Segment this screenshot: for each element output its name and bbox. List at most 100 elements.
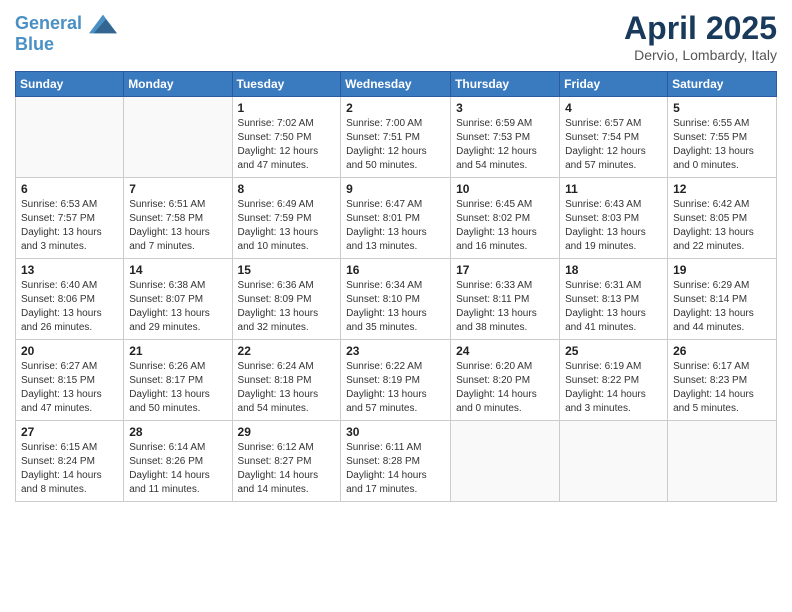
calendar-cell: 3Sunrise: 6:59 AM Sunset: 7:53 PM Daylig… [451, 97, 560, 178]
calendar-cell: 10Sunrise: 6:45 AM Sunset: 8:02 PM Dayli… [451, 178, 560, 259]
day-info: Sunrise: 6:57 AM Sunset: 7:54 PM Dayligh… [565, 117, 662, 173]
day-info: Sunrise: 6:11 AM Sunset: 8:28 PM Dayligh… [346, 441, 445, 497]
day-number: 22 [238, 344, 336, 358]
calendar-cell: 19 Sunrise: 6:29 AM Sunset: 8:14 PM Dayli… [668, 259, 777, 340]
day-number: 23 [346, 344, 445, 358]
day-info: Sunrise: 6:53 AM Sunset: 7:57 PM Dayligh… [21, 198, 118, 254]
calendar-cell [16, 97, 124, 178]
day-info: Sunrise: 6:26 AM Sunset: 8:17 PM Dayligh… [129, 360, 226, 416]
calendar-cell: 30 Sunrise: 6:11 AM Sunset: 8:28 PM Dayli… [341, 421, 451, 502]
calendar-cell: 20 Sunrise: 6:27 AM Sunset: 8:15 PM Dayli… [16, 340, 124, 421]
calendar-cell [560, 421, 668, 502]
day-info: Sunrise: 6:55 AM Sunset: 7:55 PM Dayligh… [673, 117, 771, 173]
day-info: Sunrise: 6:12 AM Sunset: 8:27 PM Dayligh… [238, 441, 336, 497]
day-info: Sunrise: 6:29 AM Sunset: 8:14 PM Dayligh… [673, 279, 771, 335]
day-number: 20 [21, 344, 118, 358]
calendar-header-thursday: Thursday [451, 72, 560, 97]
calendar-cell: 15 Sunrise: 6:36 AM Sunset: 8:09 PM Dayli… [232, 259, 341, 340]
calendar-cell: 5 Sunrise: 6:55 AM Sunset: 7:55 PM Daylig… [668, 97, 777, 178]
calendar-cell: 22Sunrise: 6:24 AM Sunset: 8:18 PM Dayli… [232, 340, 341, 421]
day-info: Sunrise: 6:38 AM Sunset: 8:07 PM Dayligh… [129, 279, 226, 335]
calendar-body: 1 Sunrise: 7:02 AM Sunset: 7:50 PM Daylig… [16, 97, 777, 502]
day-number: 11 [565, 182, 662, 196]
calendar-header-sunday: Sunday [16, 72, 124, 97]
calendar-cell: 12 Sunrise: 6:42 AM Sunset: 8:05 PM Dayli… [668, 178, 777, 259]
day-info: Sunrise: 6:19 AM Sunset: 8:22 PM Dayligh… [565, 360, 662, 416]
day-number: 30 [346, 425, 445, 439]
calendar-cell: 16Sunrise: 6:34 AM Sunset: 8:10 PM Dayli… [341, 259, 451, 340]
title-block: April 2025 Dervio, Lombardy, Italy [624, 10, 777, 63]
logo: General Blue [15, 10, 117, 55]
day-number: 24 [456, 344, 554, 358]
day-info: Sunrise: 6:31 AM Sunset: 8:13 PM Dayligh… [565, 279, 662, 335]
day-info: Sunrise: 6:36 AM Sunset: 8:09 PM Dayligh… [238, 279, 336, 335]
day-info: Sunrise: 6:14 AM Sunset: 8:26 PM Dayligh… [129, 441, 226, 497]
calendar-cell: 8 Sunrise: 6:49 AM Sunset: 7:59 PM Daylig… [232, 178, 341, 259]
calendar-header-friday: Friday [560, 72, 668, 97]
day-info: Sunrise: 6:15 AM Sunset: 8:24 PM Dayligh… [21, 441, 118, 497]
day-info: Sunrise: 6:33 AM Sunset: 8:11 PM Dayligh… [456, 279, 554, 335]
calendar-cell: 29 Sunrise: 6:12 AM Sunset: 8:27 PM Dayli… [232, 421, 341, 502]
calendar-cell: 2 Sunrise: 7:00 AM Sunset: 7:51 PM Daylig… [341, 97, 451, 178]
calendar-header-tuesday: Tuesday [232, 72, 341, 97]
day-number: 9 [346, 182, 445, 196]
calendar-week-2: 6 Sunrise: 6:53 AM Sunset: 7:57 PM Daylig… [16, 178, 777, 259]
calendar-cell: 13Sunrise: 6:40 AM Sunset: 8:06 PM Dayli… [16, 259, 124, 340]
day-number: 14 [129, 263, 226, 277]
day-info: Sunrise: 6:49 AM Sunset: 7:59 PM Dayligh… [238, 198, 336, 254]
day-info: Sunrise: 6:59 AM Sunset: 7:53 PM Dayligh… [456, 117, 554, 173]
calendar-week-4: 20 Sunrise: 6:27 AM Sunset: 8:15 PM Dayli… [16, 340, 777, 421]
day-number: 29 [238, 425, 336, 439]
day-number: 26 [673, 344, 771, 358]
day-number: 27 [21, 425, 118, 439]
day-number: 17 [456, 263, 554, 277]
calendar-cell: 14 Sunrise: 6:38 AM Sunset: 8:07 PM Dayli… [124, 259, 232, 340]
calendar-cell: 6 Sunrise: 6:53 AM Sunset: 7:57 PM Daylig… [16, 178, 124, 259]
day-info: Sunrise: 6:27 AM Sunset: 8:15 PM Dayligh… [21, 360, 118, 416]
day-info: Sunrise: 6:20 AM Sunset: 8:20 PM Dayligh… [456, 360, 554, 416]
day-info: Sunrise: 6:43 AM Sunset: 8:03 PM Dayligh… [565, 198, 662, 254]
day-number: 28 [129, 425, 226, 439]
day-number: 21 [129, 344, 226, 358]
calendar-cell: 23 Sunrise: 6:22 AM Sunset: 8:19 PM Dayli… [341, 340, 451, 421]
day-number: 13 [21, 263, 118, 277]
day-number: 25 [565, 344, 662, 358]
day-info: Sunrise: 7:00 AM Sunset: 7:51 PM Dayligh… [346, 117, 445, 173]
day-number: 1 [238, 101, 336, 115]
calendar-cell: 17 Sunrise: 6:33 AM Sunset: 8:11 PM Dayli… [451, 259, 560, 340]
day-number: 19 [673, 263, 771, 277]
day-number: 8 [238, 182, 336, 196]
day-number: 12 [673, 182, 771, 196]
day-number: 7 [129, 182, 226, 196]
subtitle: Dervio, Lombardy, Italy [624, 47, 777, 63]
day-number: 5 [673, 101, 771, 115]
day-info: Sunrise: 7:02 AM Sunset: 7:50 PM Dayligh… [238, 117, 336, 173]
day-info: Sunrise: 6:45 AM Sunset: 8:02 PM Dayligh… [456, 198, 554, 254]
calendar-cell [668, 421, 777, 502]
day-info: Sunrise: 6:47 AM Sunset: 8:01 PM Dayligh… [346, 198, 445, 254]
calendar-header-wednesday: Wednesday [341, 72, 451, 97]
day-number: 16 [346, 263, 445, 277]
day-info: Sunrise: 6:22 AM Sunset: 8:19 PM Dayligh… [346, 360, 445, 416]
day-info: Sunrise: 6:51 AM Sunset: 7:58 PM Dayligh… [129, 198, 226, 254]
calendar-week-1: 1 Sunrise: 7:02 AM Sunset: 7:50 PM Daylig… [16, 97, 777, 178]
calendar-cell: 26Sunrise: 6:17 AM Sunset: 8:23 PM Dayli… [668, 340, 777, 421]
calendar-header-saturday: Saturday [668, 72, 777, 97]
day-info: Sunrise: 6:42 AM Sunset: 8:05 PM Dayligh… [673, 198, 771, 254]
calendar-cell: 27 Sunrise: 6:15 AM Sunset: 8:24 PM Dayli… [16, 421, 124, 502]
calendar-table: SundayMondayTuesdayWednesdayThursdayFrid… [15, 71, 777, 502]
day-number: 6 [21, 182, 118, 196]
calendar-cell: 28 Sunrise: 6:14 AM Sunset: 8:26 PM Dayli… [124, 421, 232, 502]
day-number: 2 [346, 101, 445, 115]
calendar-cell: 21 Sunrise: 6:26 AM Sunset: 8:17 PM Dayli… [124, 340, 232, 421]
day-number: 15 [238, 263, 336, 277]
calendar-cell [451, 421, 560, 502]
calendar-cell: 4 Sunrise: 6:57 AM Sunset: 7:54 PM Daylig… [560, 97, 668, 178]
calendar-header-row: SundayMondayTuesdayWednesdayThursdayFrid… [16, 72, 777, 97]
calendar-cell: 18Sunrise: 6:31 AM Sunset: 8:13 PM Dayli… [560, 259, 668, 340]
calendar-cell: 9 Sunrise: 6:47 AM Sunset: 8:01 PM Daylig… [341, 178, 451, 259]
calendar-cell [124, 97, 232, 178]
calendar-cell: 7 Sunrise: 6:51 AM Sunset: 7:58 PM Daylig… [124, 178, 232, 259]
day-number: 4 [565, 101, 662, 115]
calendar-cell: 24 Sunrise: 6:20 AM Sunset: 8:20 PM Dayli… [451, 340, 560, 421]
